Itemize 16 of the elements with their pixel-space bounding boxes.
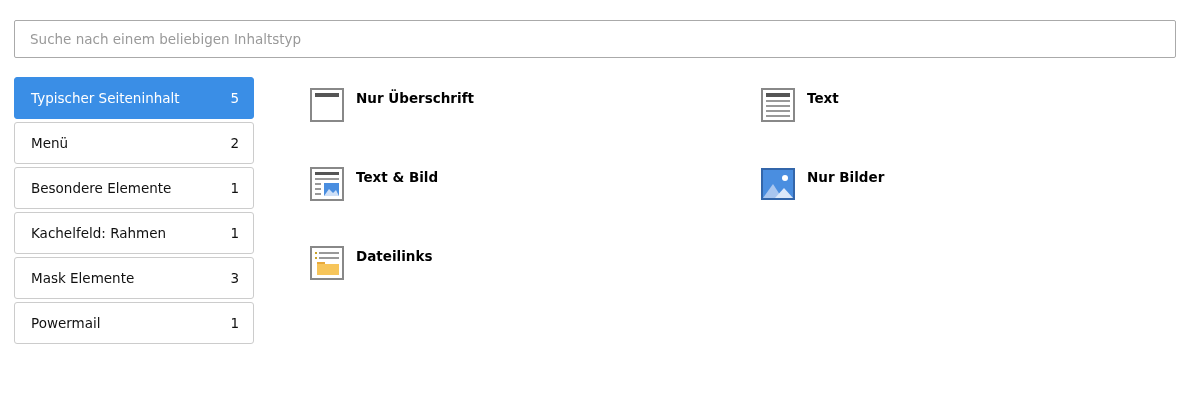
category-item[interactable]: Menü 2 [14,122,254,164]
element-label[interactable]: Dateilinks [356,248,433,264]
element-label[interactable]: Text & Bild [356,169,439,185]
text-lines-icon[interactable] [761,88,795,122]
category-item[interactable]: Powermail 1 [14,302,254,344]
text-image-icon[interactable] [310,167,344,201]
element-label[interactable]: Nur Überschrift [356,90,474,106]
category-item[interactable]: Kachelfeld: Rahmen 1 [14,212,254,254]
search-field[interactable]: Suche nach einem beliebigen Inhaltstyp [14,20,1176,58]
element-label[interactable]: Text [807,90,839,106]
image-icon[interactable] [761,167,795,201]
category-item[interactable]: Mask Elemente 3 [14,257,254,299]
heading-icon[interactable] [310,88,344,122]
element-label[interactable]: Nur Bilder [807,169,885,185]
file-list-icon[interactable] [310,246,344,280]
category-item[interactable]: Besondere Elemente 1 [14,167,254,209]
